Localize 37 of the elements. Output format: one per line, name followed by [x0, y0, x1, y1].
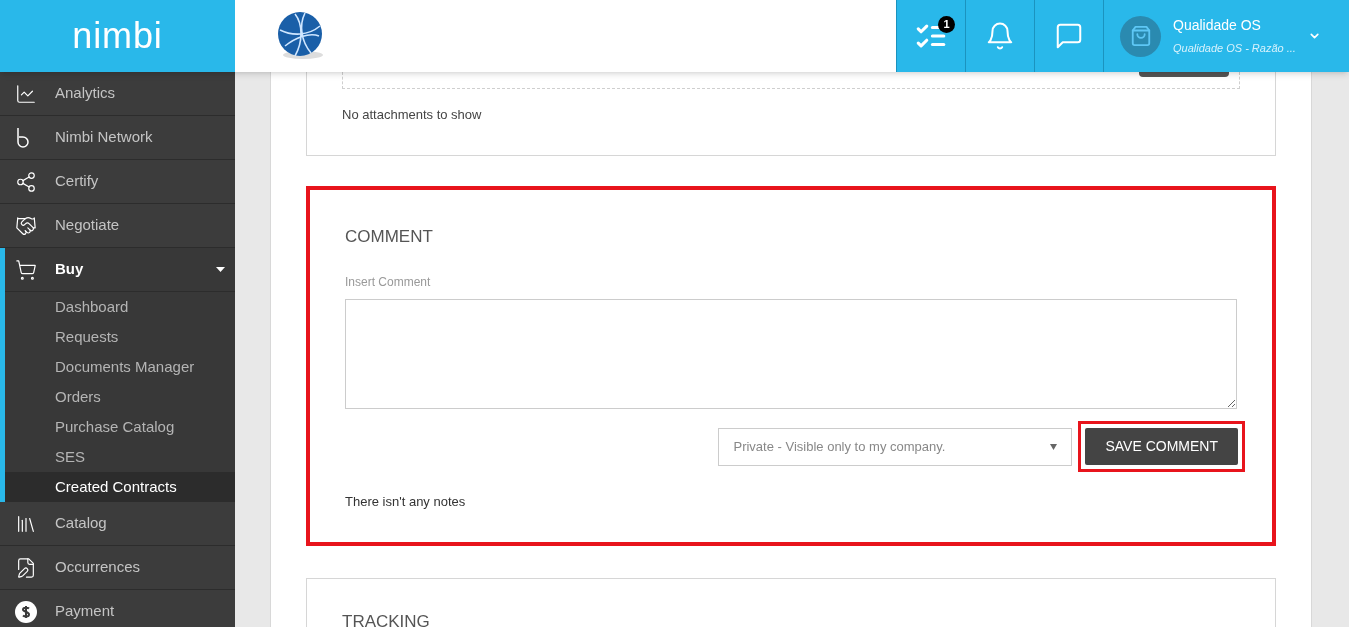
sidebar-subitem[interactable]: SES [5, 442, 235, 472]
sidebar-subitem[interactable]: Dashboard [5, 292, 235, 322]
save-comment-button[interactable]: SAVE COMMENT [1085, 428, 1238, 465]
company-name: Qualidade OS - Razão ... [1173, 41, 1296, 57]
cart-icon [15, 258, 37, 281]
comment-field[interactable] [345, 299, 1237, 409]
nodes-icon [15, 170, 37, 193]
sidebar-item[interactable]: Buy [5, 248, 235, 292]
sidebar-subitem[interactable]: Orders [5, 382, 235, 412]
sidebar-subitem[interactable]: Requests [5, 322, 235, 352]
avatar-icon [1120, 15, 1161, 57]
sidebar-item[interactable]: Catalog [0, 502, 235, 546]
section-title: TRACKING [342, 610, 431, 627]
user-name: Qualidade OS [1173, 16, 1262, 36]
dollar-icon [15, 600, 37, 623]
sidebar-item[interactable]: Analytics [0, 72, 235, 116]
button-edge[interactable] [1139, 72, 1229, 77]
chat-icon [1054, 21, 1084, 51]
sidebar-item[interactable]: Occurrences [0, 546, 235, 590]
section-title: COMMENT [345, 225, 434, 248]
sidebar-item[interactable]: Certify [0, 160, 235, 204]
notification-badge: 1 [938, 16, 955, 33]
sidebar-subitem[interactable]: Created Contracts [5, 472, 235, 502]
b-letter-icon [15, 126, 29, 149]
empty-attachments-text: No attachments to show [342, 106, 483, 124]
caret-down-icon [1050, 443, 1058, 450]
sidebar-item[interactable]: Payment [0, 590, 235, 627]
bell-icon [985, 21, 1015, 51]
sidebar-subitem[interactable]: Documents Manager [5, 352, 235, 382]
visibility-select[interactable]: Private - Visible only to my company. [718, 427, 1073, 466]
field-label: Insert Comment [345, 274, 432, 291]
sidebar-item[interactable]: Nimbi Network [0, 116, 235, 160]
empty-notes-text: There isn't any notes [345, 493, 467, 511]
document-pen-icon [15, 556, 37, 579]
handshake-icon [15, 214, 37, 237]
sidebar-subitem[interactable]: Purchase Catalog [5, 412, 235, 442]
chart-icon [15, 82, 37, 105]
